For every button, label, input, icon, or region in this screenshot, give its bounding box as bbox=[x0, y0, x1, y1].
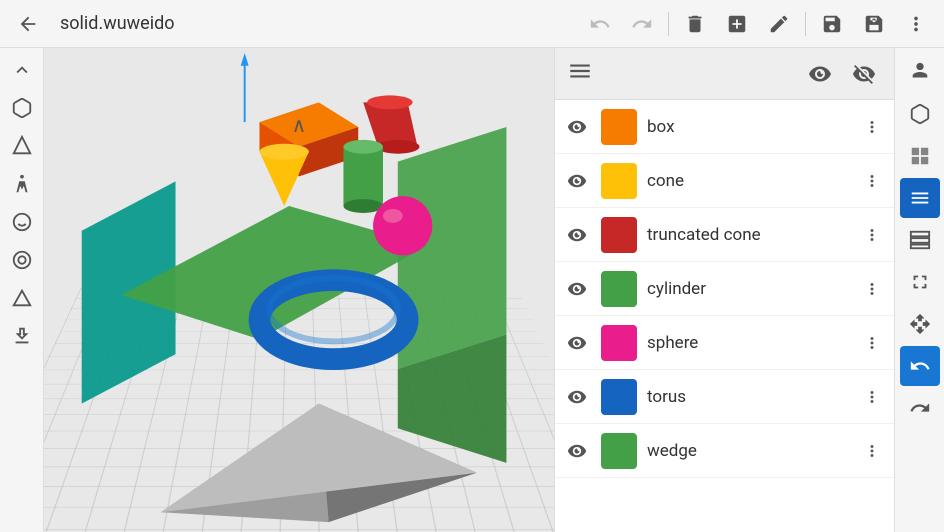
toolbar-separator-1 bbox=[668, 12, 669, 36]
shape-item-box[interactable]: box bbox=[555, 100, 894, 154]
save-button[interactable] bbox=[812, 4, 852, 44]
shape-name-4: sphere bbox=[647, 333, 848, 353]
panel-header bbox=[555, 48, 894, 100]
shape-eye-6[interactable] bbox=[563, 441, 591, 461]
canvas-area: ∧ bbox=[44, 48, 554, 532]
scroll-up-indicator[interactable]: ∧ bbox=[292, 113, 307, 137]
page-title: solid.wuweido bbox=[60, 13, 576, 34]
ring-button[interactable] bbox=[4, 242, 40, 278]
shape-color-5 bbox=[601, 379, 637, 415]
right-panel: box cone truncated cone cylinder bbox=[554, 48, 894, 532]
panel-header-icon bbox=[567, 58, 593, 90]
shape-item-wedge[interactable]: wedge bbox=[555, 424, 894, 478]
shape-item-cylinder[interactable]: cylinder bbox=[555, 262, 894, 316]
shape-more-4[interactable] bbox=[858, 334, 886, 352]
add-button[interactable] bbox=[717, 4, 757, 44]
expand-button[interactable] bbox=[900, 262, 940, 302]
shape-color-4 bbox=[601, 325, 637, 361]
wedge-button[interactable] bbox=[4, 280, 40, 316]
shape-eye-2[interactable] bbox=[563, 225, 591, 245]
shape-color-1 bbox=[601, 163, 637, 199]
right-sidebar bbox=[894, 48, 944, 532]
shape-color-0 bbox=[601, 109, 637, 145]
cone-shape-button[interactable] bbox=[4, 128, 40, 164]
cube-button[interactable] bbox=[900, 94, 940, 134]
panel-eye-closed-button[interactable] bbox=[846, 56, 882, 92]
shape-color-6 bbox=[601, 433, 637, 469]
shape-name-3: cylinder bbox=[647, 279, 848, 299]
layers-button[interactable] bbox=[900, 178, 940, 218]
shape-eye-4[interactable] bbox=[563, 333, 591, 353]
move-button[interactable] bbox=[900, 304, 940, 344]
shape-eye-5[interactable] bbox=[563, 387, 591, 407]
main-area: ∧ box cone bbox=[0, 48, 944, 532]
stack-button[interactable] bbox=[900, 220, 940, 260]
toolbar-right bbox=[580, 4, 936, 44]
shape-eye-0[interactable] bbox=[563, 117, 591, 137]
shape-more-5[interactable] bbox=[858, 388, 886, 406]
shape-color-2 bbox=[601, 217, 637, 253]
shape-name-5: torus bbox=[647, 387, 848, 407]
shape-item-truncated-cone[interactable]: truncated cone bbox=[555, 208, 894, 262]
shape-item-cone[interactable]: cone bbox=[555, 154, 894, 208]
shape-name-1: cone bbox=[647, 171, 848, 191]
export-button[interactable] bbox=[4, 318, 40, 354]
face-button[interactable] bbox=[4, 204, 40, 240]
delete-button[interactable] bbox=[675, 4, 715, 44]
back-button[interactable] bbox=[8, 4, 48, 44]
redo-action-button[interactable] bbox=[900, 388, 940, 428]
top-toolbar: solid.wuweido bbox=[0, 0, 944, 48]
shape-more-3[interactable] bbox=[858, 280, 886, 298]
edit-button[interactable] bbox=[759, 4, 799, 44]
more-menu-button[interactable] bbox=[896, 4, 936, 44]
undo-button[interactable] bbox=[580, 4, 620, 44]
shape-list: box cone truncated cone cylinder bbox=[555, 100, 894, 532]
shape-more-6[interactable] bbox=[858, 442, 886, 460]
person-button[interactable] bbox=[900, 52, 940, 92]
shape-name-6: wedge bbox=[647, 441, 848, 461]
undo-action-button[interactable] bbox=[900, 346, 940, 386]
move-up-button[interactable] bbox=[4, 52, 40, 88]
shape-more-0[interactable] bbox=[858, 118, 886, 136]
shape-eye-3[interactable] bbox=[563, 279, 591, 299]
shape-color-3 bbox=[601, 271, 637, 307]
shape-more-1[interactable] bbox=[858, 172, 886, 190]
shape-eye-1[interactable] bbox=[563, 171, 591, 191]
figure-button[interactable] bbox=[4, 166, 40, 202]
toolbar-separator-2 bbox=[805, 12, 806, 36]
left-sidebar bbox=[0, 48, 44, 532]
shape-name-0: box bbox=[647, 117, 848, 137]
grid-button[interactable] bbox=[900, 136, 940, 176]
shape-item-torus[interactable]: torus bbox=[555, 370, 894, 424]
redo-button[interactable] bbox=[622, 4, 662, 44]
shape-item-sphere[interactable]: sphere bbox=[555, 316, 894, 370]
save-as-button[interactable] bbox=[854, 4, 894, 44]
shape-more-2[interactable] bbox=[858, 226, 886, 244]
panel-eye-open-button[interactable] bbox=[802, 56, 838, 92]
box-shape-button[interactable] bbox=[4, 90, 40, 126]
shape-name-2: truncated cone bbox=[647, 225, 848, 245]
